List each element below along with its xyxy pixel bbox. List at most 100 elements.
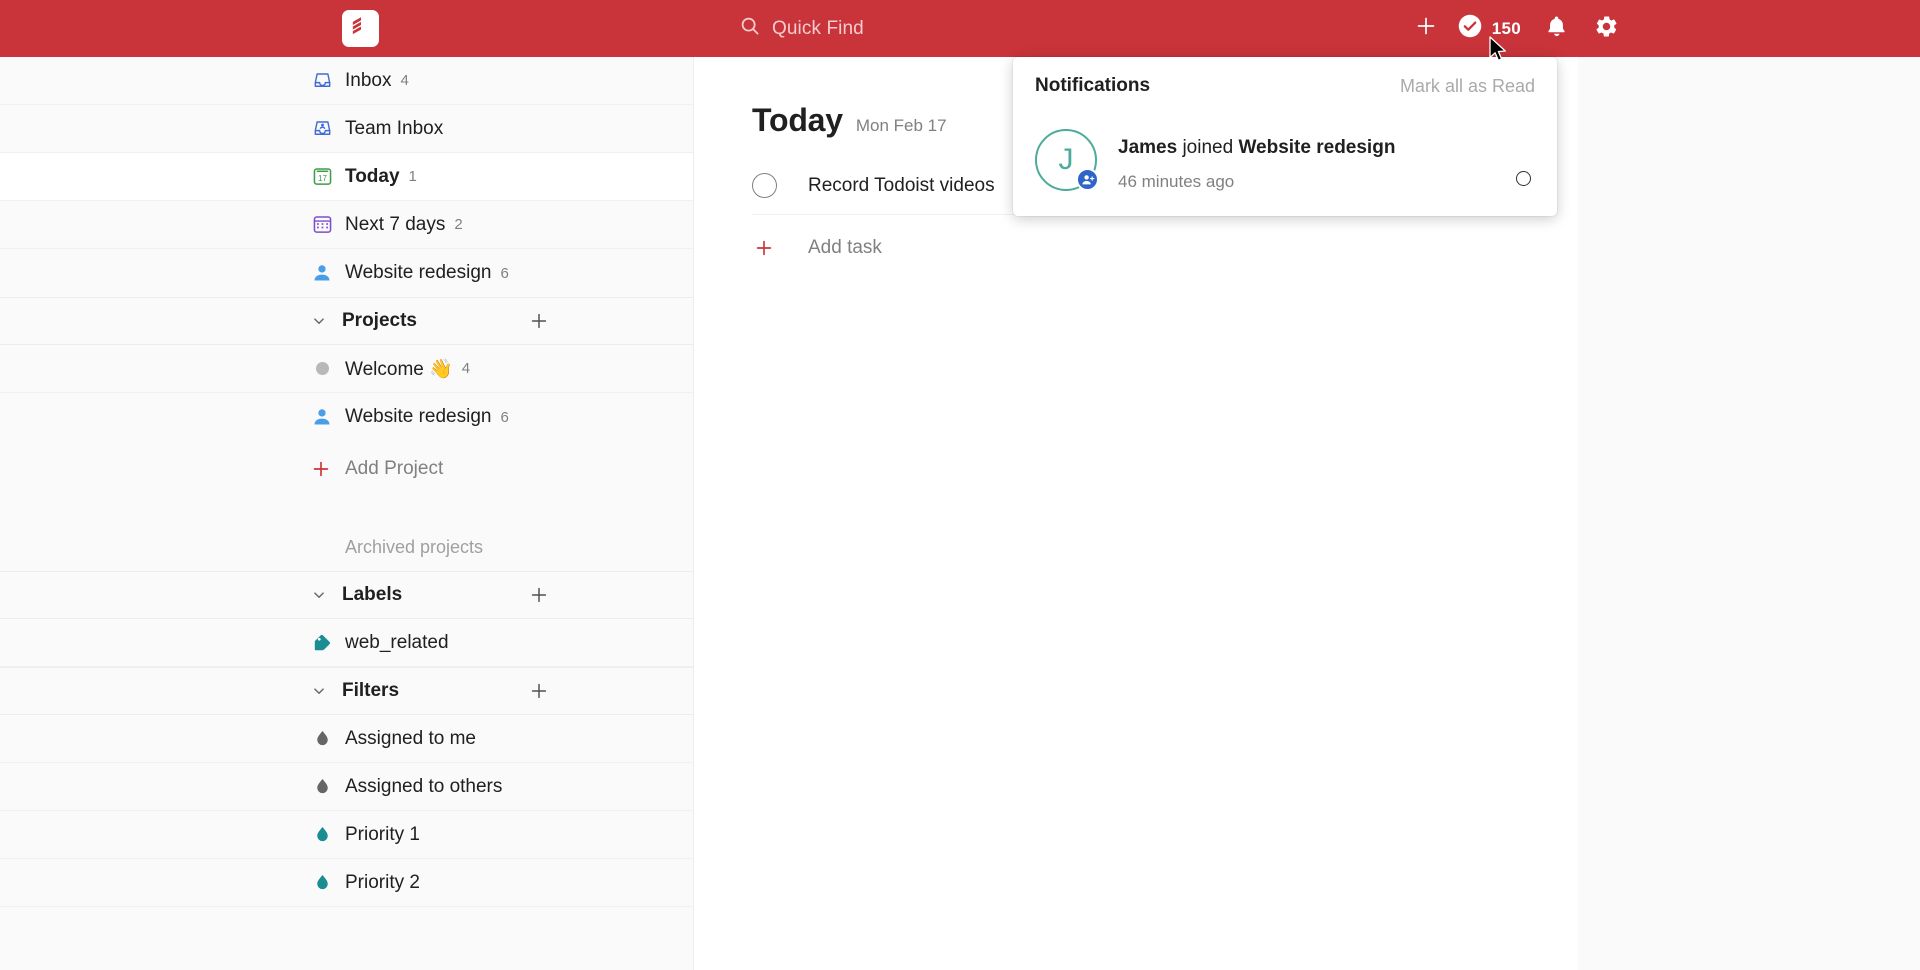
- task-checkbox-icon[interactable]: [752, 173, 777, 198]
- notifications-button[interactable]: [1531, 7, 1581, 51]
- team-inbox-icon: [309, 117, 335, 140]
- label-item-web-related[interactable]: web_related: [0, 619, 693, 667]
- notifications-panel: Notifications Mark all as Read J James j…: [1013, 57, 1557, 216]
- projects-title: Projects: [342, 310, 417, 331]
- sidebar-item-label: Inbox: [345, 69, 392, 91]
- add-filter-icon-button[interactable]: [526, 678, 552, 704]
- page-header: Today Mon Feb 17: [752, 102, 947, 139]
- add-project-label: Add Project: [345, 458, 444, 479]
- person-icon: [309, 262, 335, 284]
- filter-item-label: Assigned to me: [345, 727, 476, 749]
- inbox-icon: [309, 69, 335, 92]
- add-label-icon-button[interactable]: [526, 582, 552, 608]
- notification-timestamp: 46 minutes ago: [1118, 171, 1235, 191]
- plus-icon: [309, 458, 333, 480]
- todoist-logo-icon: [349, 15, 372, 43]
- project-item-welcome[interactable]: Welcome 👋 4: [0, 345, 693, 393]
- sidebar-item-count: 1: [408, 168, 417, 185]
- filters-section-header[interactable]: Filters: [0, 667, 693, 715]
- sidebar-item-count: 2: [454, 216, 463, 233]
- sidebar-item-count: 6: [500, 264, 509, 282]
- filter-item-label: Assigned to others: [345, 775, 503, 797]
- add-task-row-button[interactable]: Add task: [752, 219, 882, 277]
- sidebar-item-label: Next 7 days: [345, 213, 446, 235]
- filter-item-label: Priority 2: [345, 871, 420, 893]
- person-add-icon: [1076, 168, 1099, 191]
- project-item-website-redesign[interactable]: Website redesign 6: [0, 393, 693, 441]
- avatar: J: [1035, 129, 1099, 191]
- project-item-count: 6: [500, 408, 509, 426]
- top-bar: Quick Find 150: [0, 0, 1920, 57]
- filters-title: Filters: [342, 680, 400, 701]
- notifications-title: Notifications: [1035, 75, 1151, 96]
- notifications-header: Notifications Mark all as Read: [1013, 57, 1557, 115]
- page-date: Mon Feb 17: [855, 116, 947, 135]
- gear-icon: [1594, 14, 1619, 44]
- project-item-count: 4: [461, 360, 471, 377]
- chevron-down-icon[interactable]: [308, 586, 330, 604]
- filter-drop-icon: [309, 729, 335, 748]
- add-task-label: Add task: [808, 237, 882, 258]
- notification-body: James joined Website redesign 46 minutes…: [1118, 127, 1395, 192]
- sidebar-item-inbox[interactable]: Inbox 4: [0, 57, 693, 105]
- svg-text:17: 17: [318, 174, 327, 183]
- sidebar-item-today[interactable]: 17 Today 1: [0, 153, 693, 201]
- labels-section-header[interactable]: Labels: [0, 571, 693, 619]
- notification-actor: James: [1118, 137, 1178, 158]
- quick-find-label: Quick Find: [772, 17, 864, 39]
- sidebar-item-label: Today: [345, 165, 400, 187]
- filter-item-priority-2[interactable]: Priority 2: [0, 859, 693, 907]
- sidebar-item-count: 4: [400, 72, 409, 89]
- sidebar: Inbox 4 Team Inbox 17 Today 1 Next 7 day…: [0, 57, 694, 970]
- filter-item-assigned-to-others[interactable]: Assigned to others: [0, 763, 693, 811]
- person-icon: [309, 406, 335, 428]
- calendar-today-icon: 17: [309, 165, 335, 188]
- sidebar-item-team-inbox[interactable]: Team Inbox: [0, 105, 693, 153]
- label-item-label: web_related: [345, 631, 449, 653]
- bell-icon: [1544, 14, 1569, 44]
- filter-drop-icon: [309, 873, 335, 892]
- notification-item[interactable]: J James joined Website redesign 46 minut…: [1013, 115, 1557, 216]
- labels-title: Labels: [342, 584, 403, 605]
- chevron-down-icon[interactable]: [308, 682, 330, 700]
- plus-icon: [1414, 14, 1438, 43]
- notification-unread-toggle[interactable]: [1516, 170, 1531, 186]
- top-bar-actions: 150: [1401, 0, 1631, 57]
- projects-section-header[interactable]: Projects: [0, 297, 693, 345]
- mark-all-as-read-button[interactable]: Mark all as Read: [1400, 76, 1535, 97]
- tag-icon: [309, 632, 335, 653]
- add-project-icon-button[interactable]: [526, 308, 552, 334]
- filter-drop-icon: [309, 777, 335, 796]
- notification-text: James joined Website redesign: [1118, 135, 1395, 161]
- check-circle-icon: [1457, 13, 1483, 44]
- filter-drop-icon: [309, 825, 335, 844]
- project-item-label: Website redesign: [345, 406, 492, 427]
- settings-button[interactable]: [1581, 7, 1631, 51]
- project-item-label: Welcome 👋: [345, 358, 453, 380]
- karma-count: 150: [1491, 18, 1521, 38]
- project-dot-icon: [309, 362, 335, 375]
- add-project-button[interactable]: Add Project: [0, 441, 693, 497]
- quick-find-button[interactable]: Quick Find: [739, 0, 864, 57]
- filter-item-priority-1[interactable]: Priority 1: [0, 811, 693, 859]
- notification-verb: joined: [1182, 137, 1234, 158]
- sidebar-item-label: Website redesign: [345, 262, 492, 283]
- add-task-button[interactable]: [1401, 7, 1451, 51]
- sidebar-item-next-7-days[interactable]: Next 7 days 2: [0, 201, 693, 249]
- filter-item-label: Priority 1: [345, 823, 420, 845]
- search-icon: [739, 15, 761, 42]
- sidebar-item-label: Team Inbox: [345, 117, 444, 139]
- notification-target: Website redesign: [1238, 137, 1396, 158]
- karma-button[interactable]: 150: [1451, 7, 1531, 51]
- sidebar-item-website-redesign[interactable]: Website redesign 6: [0, 249, 693, 297]
- todoist-logo-button[interactable]: [342, 10, 379, 47]
- plus-icon: [752, 237, 776, 259]
- archived-projects-link[interactable]: Archived projects: [0, 523, 693, 571]
- archived-projects-label: Archived projects: [345, 536, 484, 557]
- chevron-down-icon[interactable]: [308, 312, 330, 330]
- sidebar-nav: Inbox 4 Team Inbox 17 Today 1 Next 7 day…: [0, 57, 693, 297]
- task-title: Record Todoist videos: [808, 174, 995, 196]
- calendar-week-icon: [309, 213, 335, 236]
- filter-item-assigned-to-me[interactable]: Assigned to me: [0, 715, 693, 763]
